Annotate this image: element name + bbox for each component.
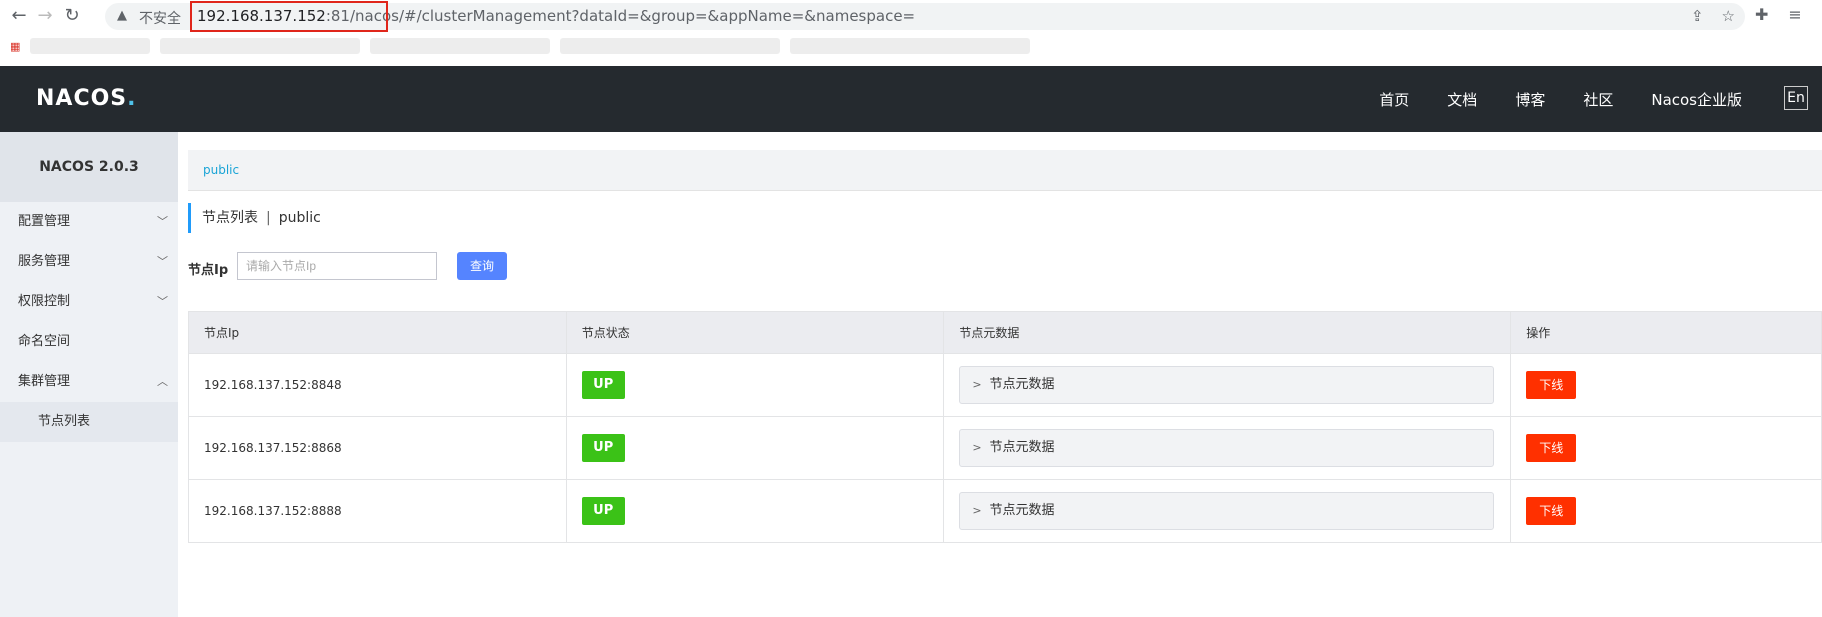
sidebar-item-auth[interactable]: 权限控制 ﹀ [0, 282, 178, 322]
nav-community[interactable]: 社区 [1583, 89, 1613, 110]
nav-home[interactable]: 首页 [1379, 89, 1409, 110]
page-title-text: 节点列表 [202, 210, 258, 226]
page-title-namespace: public [278, 210, 321, 226]
nav-enterprise[interactable]: Nacos企业版 [1651, 89, 1742, 110]
nav-docs[interactable]: 文档 [1447, 89, 1477, 110]
language-switch[interactable]: En [1784, 86, 1808, 110]
nav-blog[interactable]: 博客 [1515, 89, 1545, 110]
logo-text: NACOS [36, 86, 128, 111]
top-nav: 首页 文档 博客 社区 Nacos企业版 [1379, 66, 1742, 132]
forward-icon[interactable]: → [34, 5, 56, 27]
reading-list-icon[interactable]: ≡ [1788, 5, 1801, 24]
node-ip-input[interactable] [237, 252, 437, 280]
node-ip-cell: 192.168.137.152:8888 [188, 479, 567, 543]
sidebar-item-label: 权限控制 [18, 294, 71, 309]
sidebar-item-label: 命名空间 [18, 334, 71, 349]
bookmark-blurred[interactable] [790, 38, 1030, 54]
browser-chrome: ← → ↻ ▲ 不安全 192.168.137.152:81/nacos/#/c… [0, 0, 1822, 66]
sidebar-item-label: 配置管理 [18, 214, 71, 229]
address-bar[interactable]: ▲ 不安全 192.168.137.152:81/nacos/#/cluster… [105, 1, 1745, 32]
share-icon[interactable]: ⇪ [1691, 7, 1704, 25]
chevron-right-icon: > [972, 504, 982, 517]
extensions-icon[interactable]: ✚ [1755, 5, 1768, 24]
status-badge: UP [581, 497, 625, 525]
metadata-collapse[interactable]: > 节点元数据 [959, 366, 1495, 404]
bookmark-blurred[interactable] [160, 38, 360, 54]
status-badge: UP [581, 434, 625, 462]
app-header: NACOS. 首页 文档 博客 社区 Nacos企业版 En [0, 66, 1822, 132]
main-content: public 节点列表 | public 节点Ip 查询 节点Ip 节点状态 节点元… [188, 132, 1822, 617]
column-header-metadata: 节点元数据 [943, 311, 1512, 354]
url-highlight-box [190, 1, 388, 32]
nacos-logo[interactable]: NACOS. [36, 86, 137, 111]
page-title: 节点列表 | public [188, 203, 321, 233]
sidebar-item-service[interactable]: 服务管理 ﹀ [0, 242, 178, 282]
table-row: 192.168.137.152:8848 UP > 节点元数据 下线 [188, 353, 1822, 417]
column-header-status: 节点状态 [565, 311, 945, 354]
chevron-right-icon: > [972, 378, 982, 391]
metadata-collapse[interactable]: > 节点元数据 [959, 429, 1495, 467]
sidebar-item-cluster[interactable]: 集群管理 ︿ [0, 362, 178, 402]
column-header-ip: 节点Ip [188, 311, 567, 354]
sidebar-item-label: 服务管理 [18, 254, 71, 269]
column-header-action: 操作 [1510, 311, 1822, 354]
offline-button[interactable]: 下线 [1526, 434, 1577, 462]
metadata-label: 节点元数据 [989, 440, 1055, 455]
sidebar-subitem-node-list[interactable]: 节点列表 [0, 402, 178, 442]
table-row: 192.168.137.152:8868 UP > 节点元数据 下线 [188, 416, 1822, 480]
metadata-collapse[interactable]: > 节点元数据 [959, 492, 1495, 530]
chevron-up-icon: ︿ [157, 375, 168, 388]
url-rest: #/clusterManagement?dataId=&group=&appNa… [404, 7, 916, 25]
bookmark-blurred[interactable] [560, 38, 780, 54]
back-icon[interactable]: ← [8, 5, 30, 27]
status-badge: UP [581, 371, 625, 399]
warning-icon: ▲ [117, 8, 127, 23]
apps-grid-icon[interactable]: ▦ [10, 40, 20, 53]
table-header-row: 节点Ip 节点状态 节点元数据 操作 [188, 311, 1822, 354]
chevron-right-icon: > [972, 441, 982, 454]
sidebar-title: NACOS 2.0.3 [0, 132, 178, 202]
title-separator: | [266, 210, 271, 226]
metadata-label: 节点元数据 [989, 377, 1055, 392]
node-ip-cell: 192.168.137.152:8848 [188, 353, 567, 417]
insecure-label: 不安全 [139, 11, 181, 27]
namespace-public-link[interactable]: public [203, 163, 239, 177]
bookmark-blurred[interactable] [30, 38, 150, 54]
logo-dot: . [127, 86, 137, 111]
offline-button[interactable]: 下线 [1526, 371, 1577, 399]
sidebar: NACOS 2.0.3 配置管理 ﹀ 服务管理 ﹀ 权限控制 ﹀ 命名空间 集群管理 ︿… [0, 132, 178, 617]
query-button[interactable]: 查询 [457, 252, 507, 280]
node-ip-cell: 192.168.137.152:8868 [188, 416, 567, 480]
metadata-label: 节点元数据 [989, 503, 1055, 518]
table-row: 192.168.137.152:8888 UP > 节点元数据 下线 [188, 479, 1822, 543]
node-table: 节点Ip 节点状态 节点元数据 操作 192.168.137.152:8848 … [188, 311, 1822, 543]
namespace-bar: public [188, 150, 1822, 191]
chevron-down-icon: ﹀ [157, 255, 168, 268]
sidebar-item-label: 集群管理 [18, 374, 71, 389]
chevron-down-icon: ﹀ [157, 215, 168, 228]
offline-button[interactable]: 下线 [1526, 497, 1577, 525]
sidebar-item-namespace[interactable]: 命名空间 [0, 322, 178, 362]
bookmark-blurred[interactable] [370, 38, 550, 54]
bookmarks-bar: ▦ [10, 38, 1060, 54]
search-label: 节点Ip [188, 263, 229, 278]
chevron-down-icon: ﹀ [157, 295, 168, 308]
sidebar-item-config[interactable]: 配置管理 ﹀ [0, 202, 178, 242]
star-icon[interactable]: ☆ [1722, 7, 1735, 25]
reload-icon[interactable]: ↻ [61, 5, 83, 27]
